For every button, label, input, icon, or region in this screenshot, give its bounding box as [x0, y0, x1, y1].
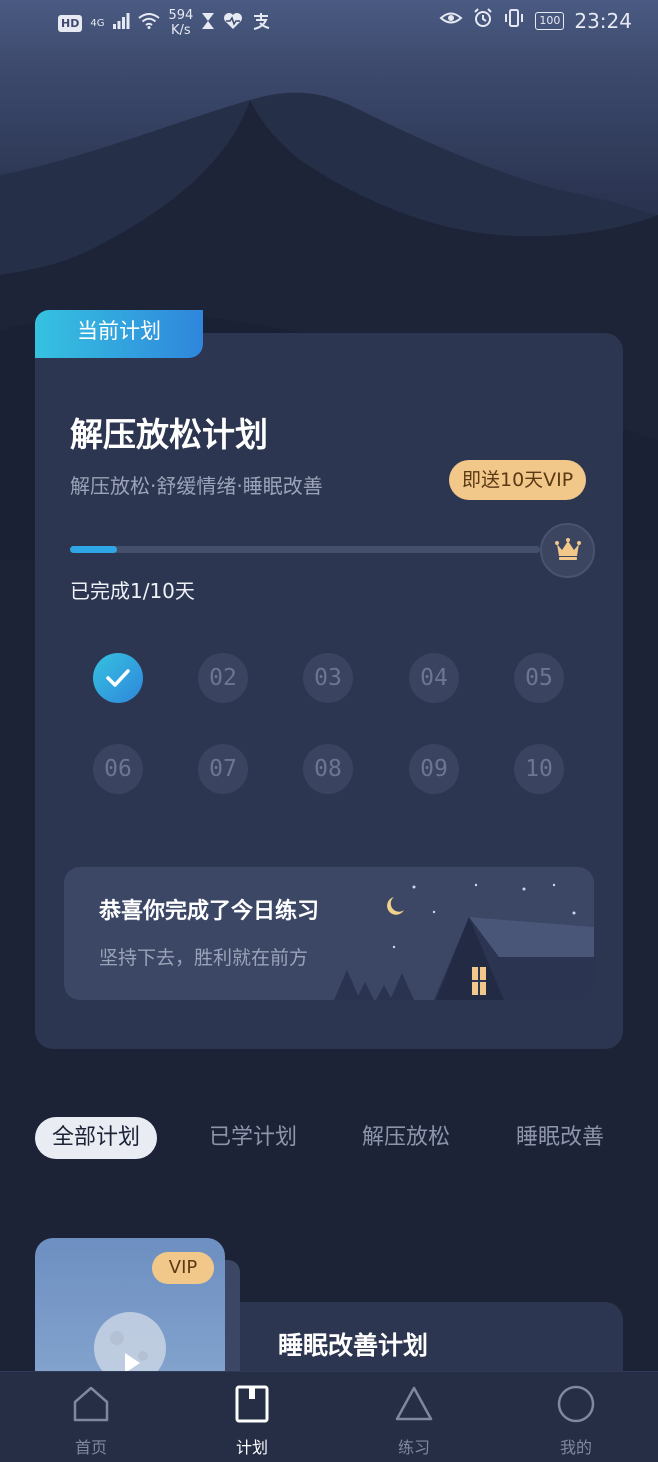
plan-icon [235, 1385, 269, 1423]
vip-bonus-badge: 即送10天VIP [449, 460, 587, 500]
tab-practice[interactable]: 练习 [364, 1372, 464, 1462]
hd-badge: HD [58, 14, 83, 32]
speed-value: 594 [168, 8, 194, 23]
day-7[interactable]: 07 [198, 744, 248, 794]
practice-icon [395, 1386, 433, 1421]
tab-plan[interactable]: 计划 [202, 1372, 302, 1462]
congrats-banner: 恭喜你完成了今日练习 坚持下去，胜利就在前方 [64, 867, 594, 1000]
congrats-title: 恭喜你完成了今日练习 [99, 899, 320, 924]
day-5[interactable]: 05 [514, 653, 564, 703]
day-number: 07 [209, 756, 237, 782]
tab-profile[interactable]: 我的 [526, 1372, 626, 1462]
day-number: 06 [104, 756, 132, 782]
progress-bar [70, 546, 540, 553]
plan-title: 解压放松计划 [70, 415, 268, 454]
progress-text: 已完成1/10天 [70, 579, 195, 603]
plan-filter-bar: 全部计划 已学计划 解压放松 睡眠改善 [35, 1117, 635, 1161]
day-1-completed[interactable] [93, 653, 143, 703]
congrats-subtitle: 坚持下去，胜利就在前方 [99, 947, 309, 969]
day-number: 05 [525, 665, 553, 691]
profile-icon [557, 1385, 595, 1423]
bottom-tab-bar: 首页 计划 练习 我的 [0, 1371, 658, 1462]
vip-reward-button[interactable] [540, 523, 595, 578]
plan-list-title: 睡眠改善计划 [278, 1331, 429, 1360]
day-number: 04 [420, 665, 448, 691]
plan-subtitle: 解压放松·舒缓情绪·睡眠改善 [70, 474, 323, 498]
tab-profile-label: 我的 [559, 1438, 592, 1457]
eye-comfort-icon [439, 9, 463, 32]
day-3[interactable]: 03 [303, 653, 353, 703]
clock: 23:24 [574, 8, 632, 33]
status-left: HD 4G 594 K/s [58, 8, 271, 38]
day-6[interactable]: 06 [93, 744, 143, 794]
day-4[interactable]: 04 [409, 653, 459, 703]
tab-home-label: 首页 [74, 1438, 107, 1457]
filter-all-plans[interactable]: 全部计划 [35, 1117, 158, 1159]
check-icon [106, 669, 130, 687]
speed-unit: K/s [171, 23, 191, 38]
vibrate-icon [503, 8, 525, 33]
day-number: 03 [314, 665, 342, 691]
network-speed: 594 K/s [168, 8, 193, 38]
tab-plan-label: 计划 [235, 1438, 268, 1457]
status-right: 100 23:24 [439, 8, 632, 33]
filter-learned-plans[interactable]: 已学计划 [209, 1117, 297, 1159]
night-house-illustration [334, 883, 594, 1000]
day-number: 02 [209, 665, 237, 691]
vip-badge: VIP [152, 1252, 214, 1284]
day-number: 09 [420, 756, 448, 782]
day-number: 08 [314, 756, 342, 782]
tab-home[interactable]: 首页 [41, 1372, 141, 1462]
tab-practice-label: 练习 [397, 1438, 430, 1457]
crown-icon [554, 537, 581, 564]
signal-icon [112, 12, 130, 34]
hourglass-icon [201, 12, 215, 35]
day-number: 10 [525, 756, 553, 782]
battery-indicator: 100 [535, 11, 565, 30]
current-plan-tag: 当前计划 [35, 310, 203, 358]
alarm-icon [473, 8, 493, 33]
heart-rate-icon [223, 12, 243, 35]
home-icon [73, 1386, 109, 1422]
filter-sleep-improvement[interactable]: 睡眠改善 [516, 1117, 604, 1159]
alipay-icon [251, 12, 271, 35]
status-bar: HD 4G 594 K/s 100 23:24 [0, 0, 658, 50]
day-10[interactable]: 10 [514, 744, 564, 794]
wifi-icon [138, 12, 161, 34]
filter-stress-relief[interactable]: 解压放松 [362, 1117, 450, 1159]
day-9[interactable]: 09 [409, 744, 459, 794]
progress-fill [70, 546, 117, 553]
day-8[interactable]: 08 [303, 744, 353, 794]
day-2[interactable]: 02 [198, 653, 248, 703]
signal-label: 4G [90, 17, 105, 29]
